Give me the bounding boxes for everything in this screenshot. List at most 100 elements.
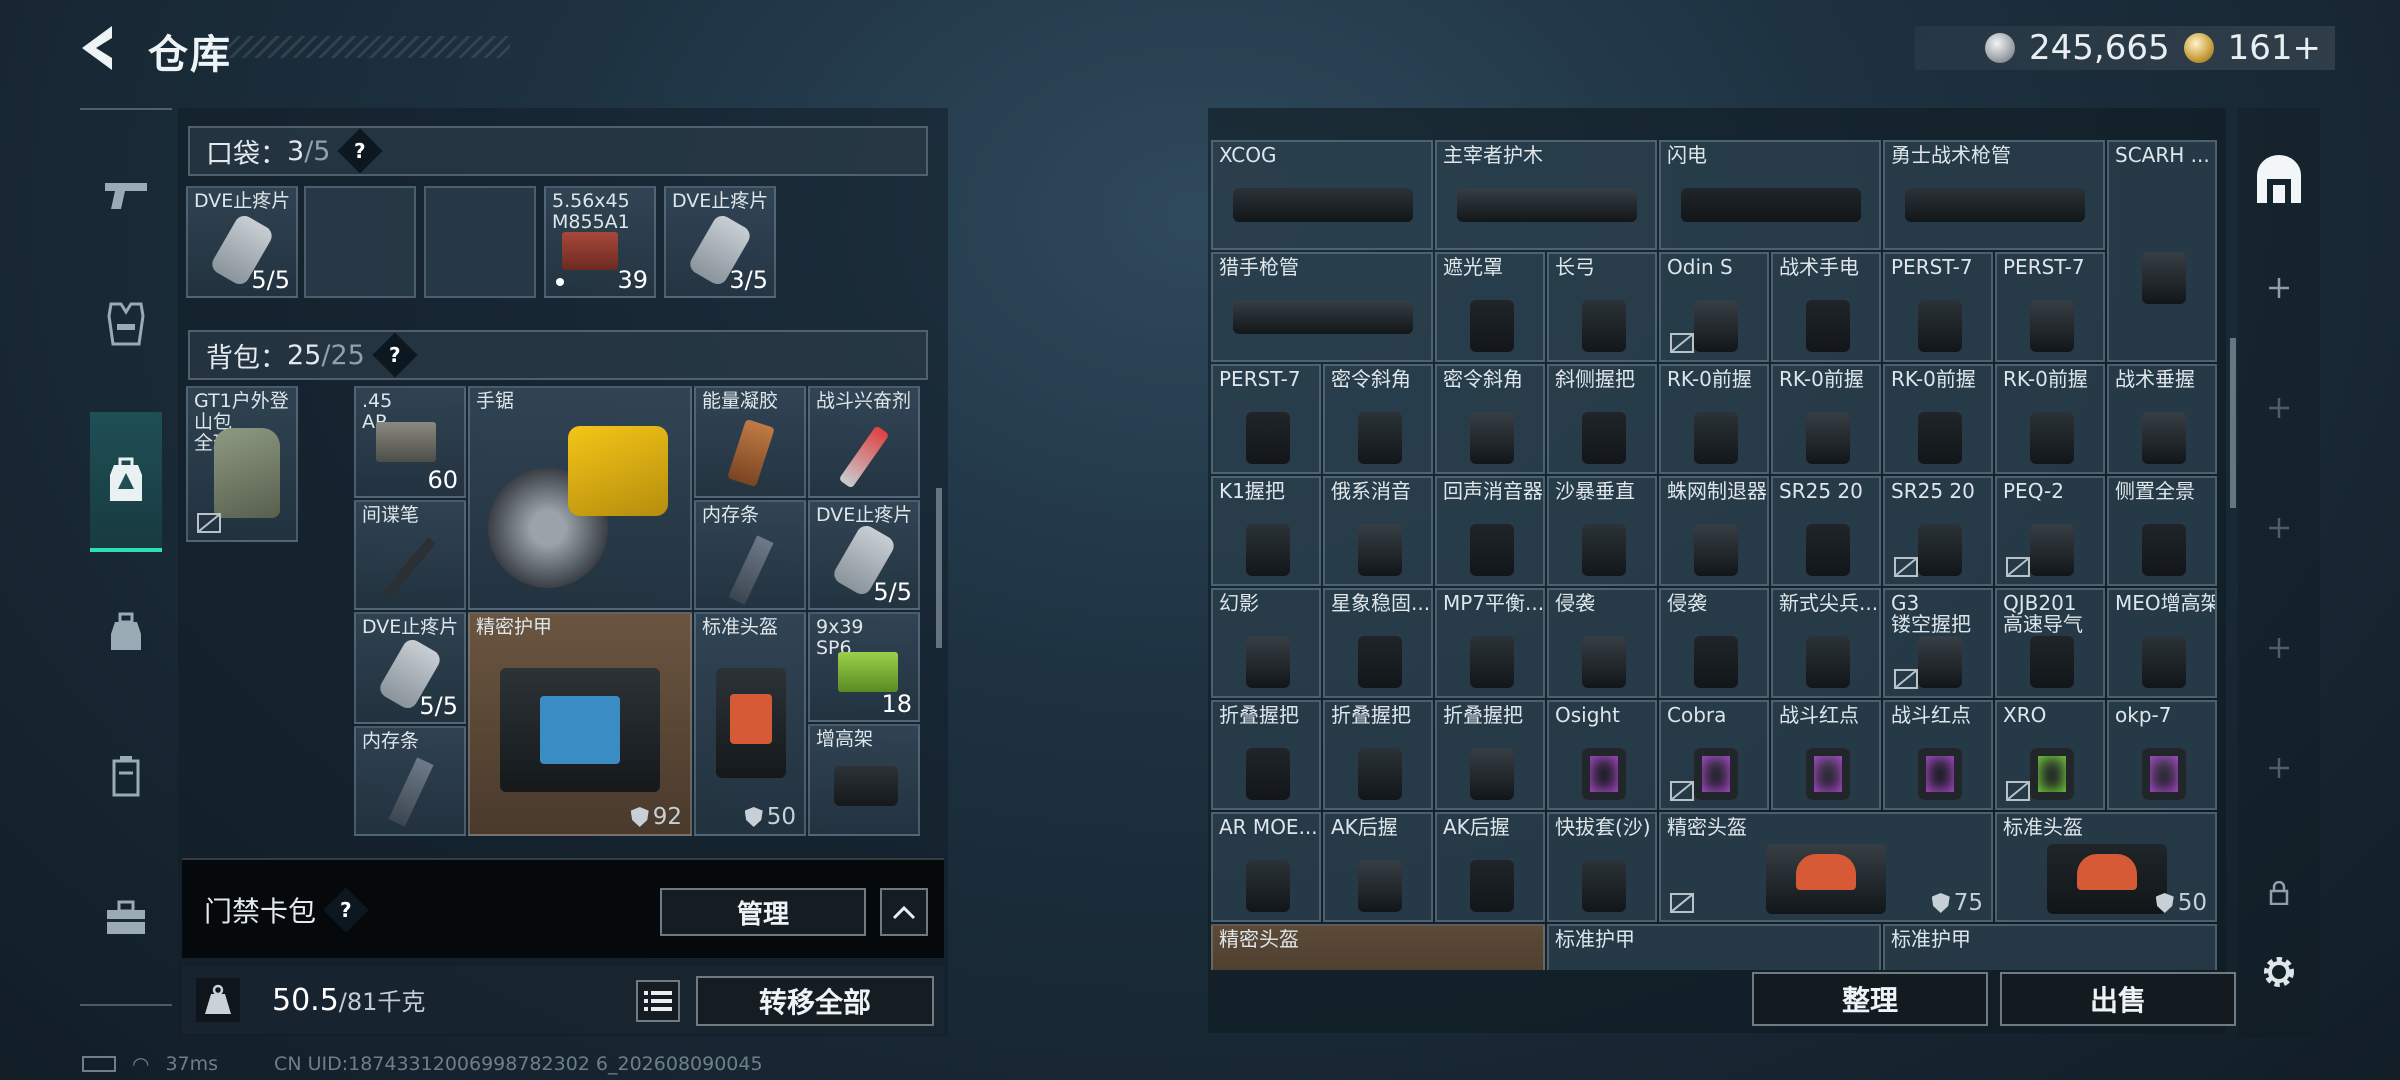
storage-slot[interactable]: 精密头盔 75 [1659, 812, 1993, 922]
storage-slot[interactable]: 新式尖兵... [1771, 588, 1881, 698]
storage-slot[interactable]: 幻影 [1211, 588, 1321, 698]
backpack-slot[interactable]: 能量凝胶 [694, 386, 806, 498]
add-tab-button[interactable] [2238, 738, 2320, 798]
storage-slot[interactable]: MEO增高架 [2107, 588, 2217, 698]
nav-container[interactable] [90, 740, 162, 812]
backpack-slot[interactable]: DVE止疼片 5/5 [808, 500, 920, 610]
pocket-slot[interactable]: DVE止疼片 5/5 [186, 186, 298, 298]
storage-slot[interactable]: G3 镂空握把 [1883, 588, 1993, 698]
pocket-slot[interactable]: DVE止疼片 3/5 [664, 186, 776, 298]
storage-slot[interactable]: 沙暴垂直 [1547, 476, 1657, 586]
storage-slot[interactable]: 战斗红点 [1771, 700, 1881, 810]
storage-slot[interactable]: 闪电 [1659, 140, 1881, 250]
add-tab-button[interactable] [2238, 378, 2320, 438]
storage-slot[interactable]: PERST-7 [1995, 252, 2105, 362]
storage-slot[interactable]: SCARH ... [2107, 140, 2217, 362]
storage-slot[interactable]: okp-7 [2107, 700, 2217, 810]
storage-slot[interactable]: AR MOE... [1211, 812, 1321, 922]
keycard-help-icon[interactable]: ? [323, 887, 369, 933]
storage-slot[interactable]: XRO [1995, 700, 2105, 810]
storage-tab-main[interactable] [2238, 148, 2320, 212]
sort-button[interactable]: 整理 [1752, 972, 1988, 1026]
transfer-all-button[interactable]: 转移全部 [696, 976, 934, 1026]
add-tab-button[interactable] [2238, 498, 2320, 558]
sell-button[interactable]: 出售 [2000, 972, 2236, 1026]
storage-slot[interactable]: RK-0前握 [1995, 364, 2105, 474]
settings-button[interactable] [2238, 944, 2320, 1000]
backpack-slot[interactable]: 手锯 [468, 386, 692, 610]
manage-button[interactable]: 管理 [660, 888, 866, 936]
storage-slot[interactable]: 标准护甲 [1547, 924, 1881, 970]
backpack-scrollbar[interactable] [936, 488, 942, 648]
storage-slot[interactable]: 俄系消音 [1323, 476, 1433, 586]
storage-slot[interactable]: 折叠握把 [1435, 700, 1545, 810]
storage-slot[interactable]: Cobra [1659, 700, 1769, 810]
backpack-slot[interactable]: 精密护甲 92 [468, 612, 692, 836]
backpack-slot[interactable]: 内存条 [694, 500, 806, 610]
storage-slot[interactable]: 战术垂握 [2107, 364, 2217, 474]
backpack-slot[interactable]: 增高架 [808, 724, 920, 836]
backpack-equipped[interactable]: GT1户外登山包 全球 [186, 386, 298, 542]
storage-slot[interactable]: RK-0前握 [1659, 364, 1769, 474]
storage-slot[interactable]: AK后握 [1435, 812, 1545, 922]
list-view-button[interactable] [636, 980, 680, 1022]
backpack-slot[interactable]: 9x39 SP6 18 [808, 612, 920, 722]
storage-slot[interactable]: 精密头盔 [1211, 924, 1545, 970]
backpack-slot[interactable]: 内存条 [354, 726, 466, 836]
storage-slot[interactable]: 折叠握把 [1211, 700, 1321, 810]
storage-slot[interactable]: 标准护甲 [1883, 924, 2217, 970]
backpack-help-icon[interactable]: ? [372, 332, 418, 378]
backpack-slot[interactable]: 战斗兴奋剂 [808, 386, 920, 498]
storage-slot[interactable]: PERST-7 [1211, 364, 1321, 474]
nav-weapons[interactable] [90, 158, 162, 230]
storage-slot[interactable]: 侵袭 [1547, 588, 1657, 698]
storage-scrollbar[interactable] [2230, 338, 2236, 508]
backpack-slot[interactable]: 标准头盔 50 [694, 612, 806, 836]
storage-slot[interactable]: 勇士战术枪管 [1883, 140, 2105, 250]
storage-slot[interactable]: QJB201 高速导气 [1995, 588, 2105, 698]
storage-slot[interactable]: 遮光罩 [1435, 252, 1545, 362]
storage-slot[interactable]: AK后握 [1323, 812, 1433, 922]
storage-slot[interactable]: Odin S [1659, 252, 1769, 362]
backpack-slot[interactable]: 间谍笔 [354, 500, 466, 610]
storage-slot[interactable]: 蛛网制退器 [1659, 476, 1769, 586]
nav-armor[interactable] [90, 288, 162, 360]
backpack-slot[interactable]: .45 AP 60 [354, 386, 466, 498]
storage-slot[interactable]: 侧置全景 [2107, 476, 2217, 586]
pocket-slot-empty[interactable] [424, 186, 536, 298]
pocket-help-icon[interactable]: ? [337, 128, 384, 174]
storage-slot[interactable]: 星象稳固... [1323, 588, 1433, 698]
storage-slot[interactable]: PEQ-2 [1995, 476, 2105, 586]
nav-bag[interactable] [90, 596, 162, 668]
nav-backpack[interactable] [90, 412, 162, 552]
storage-slot[interactable]: 主宰者护木 [1435, 140, 1657, 250]
storage-slot[interactable]: 标准头盔 50 [1995, 812, 2217, 922]
storage-slot[interactable]: 回声消音器 [1435, 476, 1545, 586]
lock-button[interactable] [2238, 868, 2320, 918]
pocket-slot-empty[interactable] [304, 186, 416, 298]
storage-slot[interactable]: MP7平衡... [1435, 588, 1545, 698]
storage-slot[interactable]: 战斗红点 [1883, 700, 1993, 810]
storage-slot[interactable]: 折叠握把 [1323, 700, 1433, 810]
storage-slot[interactable]: SR25 20 [1771, 476, 1881, 586]
storage-slot[interactable]: K1握把 [1211, 476, 1321, 586]
storage-slot[interactable]: 密令斜角 [1323, 364, 1433, 474]
nav-toolbox[interactable] [90, 882, 162, 954]
storage-slot[interactable]: RK-0前握 [1883, 364, 1993, 474]
storage-slot[interactable]: 斜侧握把 [1547, 364, 1657, 474]
storage-slot[interactable]: 密令斜角 [1435, 364, 1545, 474]
storage-slot[interactable]: 战术手电 [1771, 252, 1881, 362]
storage-slot[interactable]: PERST-7 [1883, 252, 1993, 362]
backpack-slot[interactable]: DVE止疼片 5/5 [354, 612, 466, 724]
collapse-button[interactable] [880, 888, 928, 936]
storage-slot[interactable]: 快拔套(沙) [1547, 812, 1657, 922]
storage-slot[interactable]: 猎手枪管 [1211, 252, 1433, 362]
storage-slot[interactable]: XCOG [1211, 140, 1433, 250]
storage-slot[interactable]: RK-0前握 [1771, 364, 1881, 474]
add-tab-button[interactable] [2238, 258, 2320, 318]
storage-slot[interactable]: SR25 20 [1883, 476, 1993, 586]
storage-slot[interactable]: 侵袭 [1659, 588, 1769, 698]
add-tab-button[interactable] [2238, 618, 2320, 678]
pocket-slot[interactable]: 5.56x45 M855A1 39 [544, 186, 656, 298]
storage-slot[interactable]: 长弓 [1547, 252, 1657, 362]
